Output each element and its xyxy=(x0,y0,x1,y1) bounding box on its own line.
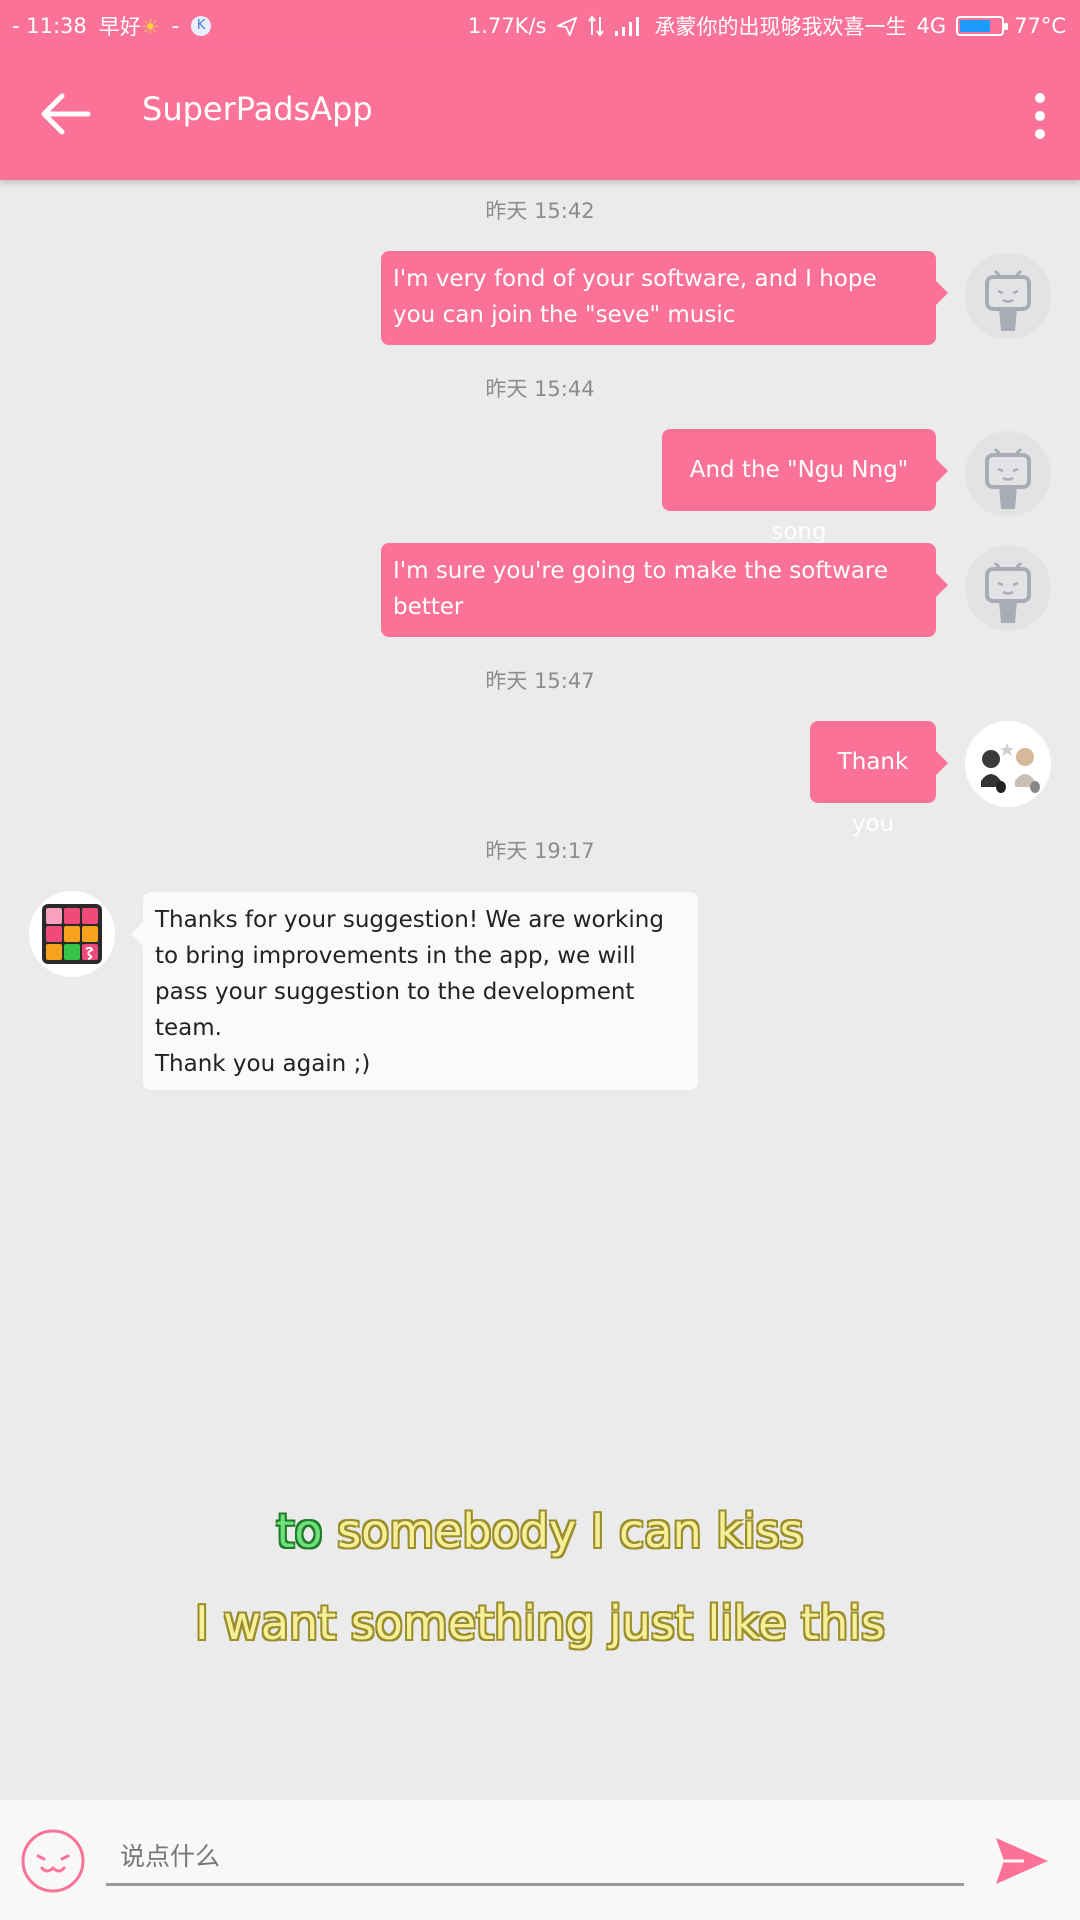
greeting: 早好☀ xyxy=(98,15,160,39)
message-timestamp: 昨天 15:47 xyxy=(485,669,595,693)
signal-icon xyxy=(615,17,640,36)
input-bar xyxy=(0,1800,1080,1920)
send-icon xyxy=(996,1838,1048,1884)
carrier-text: 承蒙你的出现够我欢喜一生 xyxy=(654,15,907,39)
temperature: 77°C xyxy=(1014,14,1066,38)
more-vert-icon xyxy=(1035,93,1045,139)
status-bar: - 11:38 早好☀ - K 1.77K/s 承蒙你的出现够我欢喜一生 4G … xyxy=(0,0,1080,46)
outgoing-message[interactable]: I'm sure you're going to make the softwa… xyxy=(381,543,948,637)
k-notification-icon: K xyxy=(191,16,212,36)
back-button[interactable] xyxy=(36,88,94,140)
more-options-button[interactable] xyxy=(1020,86,1060,146)
sun-icon: ☀ xyxy=(140,15,160,39)
message-input[interactable] xyxy=(106,1830,964,1886)
message-timestamp: 昨天 15:42 xyxy=(485,199,595,223)
arrow-left-icon xyxy=(41,93,91,135)
clock: - 11:38 xyxy=(12,14,87,38)
superpads-app-icon[interactable] xyxy=(29,891,115,977)
outgoing-message[interactable]: And the "Ngu Nng" song xyxy=(662,429,948,545)
send-button[interactable] xyxy=(994,1836,1050,1886)
message-timestamp: 昨天 15:44 xyxy=(485,377,595,401)
tv-mascot-avatar[interactable] xyxy=(965,253,1051,339)
battery-icon xyxy=(956,16,1009,36)
lyric-line-2: I want something just like this xyxy=(195,1596,885,1650)
outgoing-message[interactable]: I'm very fond of your software, and I ho… xyxy=(381,251,948,345)
lyric-line-1: to somebody I can kiss xyxy=(0,1504,1080,1558)
lyric-rest: somebody I can kiss xyxy=(322,1504,804,1558)
anime-couple-avatar[interactable] xyxy=(965,721,1051,807)
toolbar: SuperPadsApp xyxy=(0,46,1080,180)
message-timestamp: 昨天 19:17 xyxy=(485,839,595,863)
separator-dash: - xyxy=(171,14,180,38)
outgoing-message[interactable]: Thank you xyxy=(810,721,948,837)
smiley-face-icon xyxy=(21,1829,85,1893)
incoming-message[interactable]: Thanks for your suggestion! We are worki… xyxy=(131,892,698,1090)
tv-mascot-avatar[interactable] xyxy=(965,545,1051,631)
status-right: 1.77K/s 承蒙你的出现够我欢喜一生 4G 77°C xyxy=(468,11,1066,41)
app-title: SuperPadsApp xyxy=(142,90,373,128)
battery-level xyxy=(960,20,991,32)
tv-mascot-avatar[interactable] xyxy=(965,431,1051,517)
lyric-sung-word: to xyxy=(276,1504,323,1558)
network-speed: 1.77K/s xyxy=(467,14,547,38)
data-transfer-icon xyxy=(588,15,605,37)
paper-plane-icon xyxy=(557,16,578,37)
emoji-button[interactable] xyxy=(20,1828,86,1894)
status-left: - 11:38 早好☀ - K xyxy=(12,11,212,41)
network-type: 4G xyxy=(916,14,947,38)
